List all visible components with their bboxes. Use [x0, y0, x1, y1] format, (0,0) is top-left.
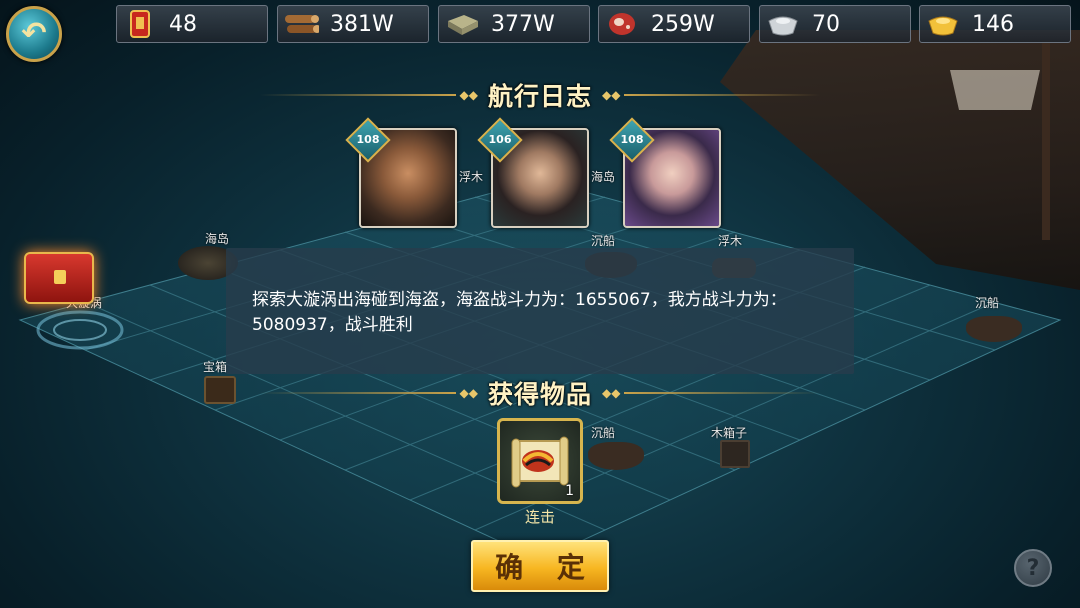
hero-level: 108 [356, 133, 380, 146]
map-label-wood-box: 木箱子 [711, 426, 748, 440]
chest-lock [54, 270, 66, 284]
confirm-label: 确 定 [495, 551, 597, 584]
resource-value: 146 [972, 11, 1014, 37]
diamond-ornament-icon: ◆◆ [602, 88, 621, 102]
diamond-ornament-icon: ◆◆ [459, 88, 478, 102]
back-button[interactable]: ↶ [6, 6, 62, 62]
help-button[interactable]: ? [1014, 549, 1052, 587]
resource-gold: 146 [919, 5, 1071, 43]
hero-level: 106 [488, 133, 512, 146]
battle-message-text: 探索大漩涡出海碰到海盗，海盗战斗力为：1655067，我方战斗力为：508093… [252, 290, 787, 335]
resource-silver: 70 [759, 5, 911, 43]
rewards-header: ◆◆ 获得物品 ◆◆ [260, 378, 821, 409]
ship-sail [950, 70, 1040, 110]
back-arrow-icon: ↶ [21, 16, 47, 51]
diamond-ornament-icon: ◆◆ [459, 386, 478, 400]
divider-right [624, 392, 821, 394]
map-label-wreck: 沉船 [591, 426, 616, 440]
resource-meat: 259W [598, 5, 750, 43]
map-label-wreck: 沉船 [975, 296, 1000, 310]
glowing-chest-icon[interactable] [24, 252, 94, 304]
ship-mast [1042, 40, 1050, 240]
map-label-island: 海岛 [591, 170, 616, 184]
wood-box[interactable] [720, 440, 750, 468]
scroll-icon [511, 436, 569, 488]
rewards-title: 获得物品 [488, 380, 593, 409]
item-count: 1 [565, 483, 574, 499]
resource-value: 259W [651, 11, 715, 37]
resource-value: 70 [812, 11, 840, 37]
stone-slab-icon [443, 9, 481, 39]
resource-wood: 381W [277, 5, 429, 43]
divider-right [624, 94, 821, 96]
map-label-treasure: 宝箱 [203, 360, 228, 374]
hero-level: 108 [620, 133, 644, 146]
wood-logs-icon [282, 9, 320, 39]
resource-stone: 377W [438, 5, 590, 43]
gold-ingot-icon [924, 9, 962, 39]
wreck-ship[interactable] [966, 316, 1022, 342]
resource-token: 48 [116, 5, 268, 43]
map-label-float-wood: 浮木 [459, 170, 484, 184]
battle-message-box: 探索大漩涡出海碰到海盗，海盗战斗力为：1655067，我方战斗力为：508093… [226, 248, 854, 374]
divider-left [260, 94, 456, 96]
question-mark-icon: ? [1026, 555, 1040, 581]
map-label-island: 海岛 [205, 232, 230, 246]
treasure-chest[interactable] [204, 376, 236, 404]
voyage-log-header: ◆◆ 航行日志 ◆◆ [260, 80, 821, 111]
map-label-wreck: 沉船 [591, 234, 616, 248]
silver-ingot-icon [764, 9, 802, 39]
resource-value: 377W [491, 11, 555, 37]
diamond-ornament-icon: ◆◆ [602, 386, 621, 400]
wreck-ship[interactable] [588, 442, 644, 470]
resource-value: 48 [169, 11, 197, 37]
divider-left [260, 392, 456, 394]
red-token-icon [121, 9, 159, 39]
resource-value: 381W [330, 11, 394, 37]
confirm-button[interactable]: 确 定 [471, 540, 609, 592]
reward-item-name: 连击 [524, 508, 555, 526]
meat-icon [603, 9, 641, 39]
voyage-log-title: 航行日志 [488, 82, 593, 111]
map-label-float-wood: 浮木 [718, 234, 743, 248]
reward-item-slot[interactable]: 1 [497, 418, 583, 504]
